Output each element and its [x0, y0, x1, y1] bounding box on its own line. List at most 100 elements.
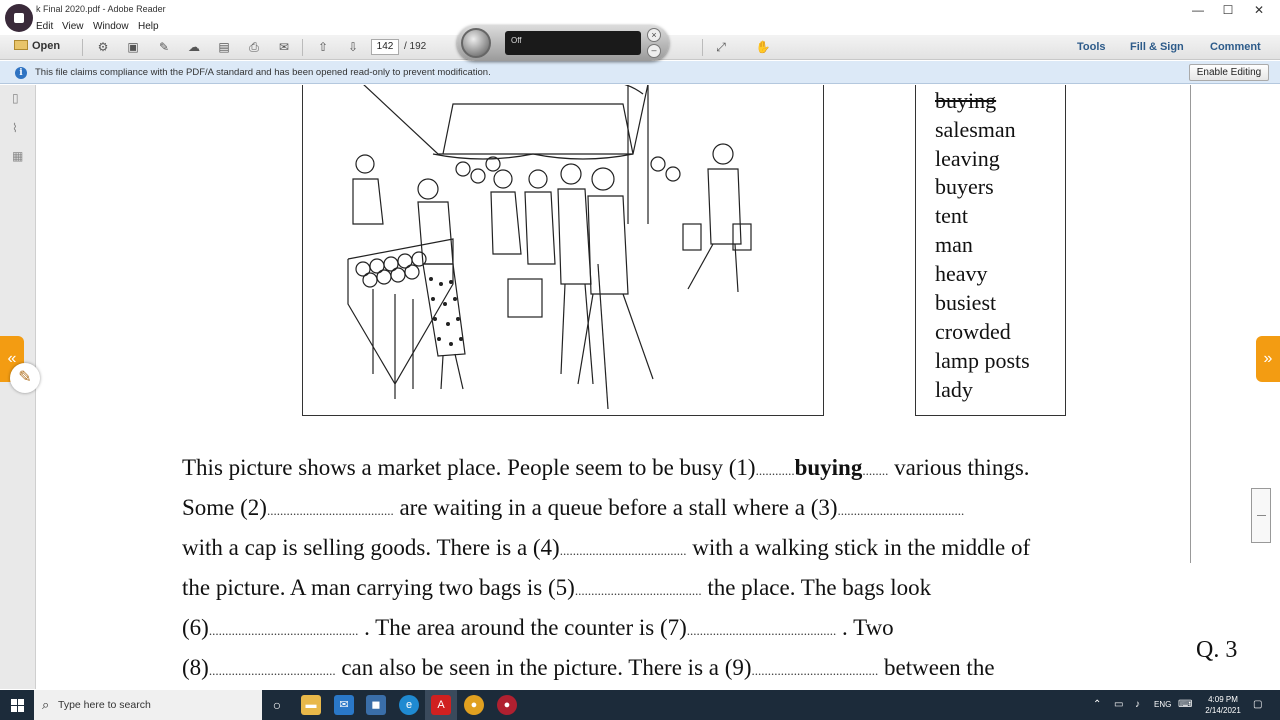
paragraph-text: This picture shows a market place. Peopl…	[182, 455, 756, 480]
blank-dots: .......................................	[559, 543, 687, 558]
word-item: salesman	[935, 117, 1016, 142]
answer-1: buying	[794, 455, 863, 480]
word-item: buyers	[935, 174, 994, 199]
microphone-icon[interactable]: ♪	[1135, 699, 1140, 710]
market-illustration	[302, 85, 824, 416]
taskbar-search-input[interactable]: ⌕ Type here to search	[34, 690, 262, 720]
market-scene-drawing	[347, 85, 752, 410]
fill-sign-link[interactable]: Fill & Sign	[1130, 41, 1184, 53]
paragraph-text: can also be seen in the picture. There i…	[335, 655, 752, 680]
open-button[interactable]: Open	[14, 40, 60, 52]
signatures-icon[interactable]: ▦	[12, 149, 25, 163]
clock-date: 2/14/2021	[1205, 706, 1241, 715]
edge-icon[interactable]: e	[399, 695, 419, 715]
language-indicator[interactable]: ENG	[1154, 700, 1171, 709]
next-page-icon[interactable]: ⇩	[345, 40, 361, 54]
adobe-reader-icon[interactable]: A	[431, 695, 451, 715]
info-bar: i This file claims compliance with the P…	[0, 61, 1280, 84]
blank-dots: ........................................…	[686, 623, 837, 638]
network-icon[interactable]: ▭	[1114, 699, 1123, 710]
paragraph-text: are waiting in a queue before a stall wh…	[393, 495, 838, 520]
keyboard-icon[interactable]: ⌨	[1178, 699, 1192, 710]
file-explorer-icon[interactable]: ▬	[301, 695, 321, 715]
recorder-close-icon[interactable]: ×	[647, 28, 661, 42]
maximize-button[interactable]: ☐	[1214, 2, 1242, 18]
email-icon[interactable]: ✉	[276, 40, 292, 54]
clock[interactable]: 4:09 PM 2/14/2021	[1200, 694, 1246, 716]
info-message: This file claims compliance with the PDF…	[35, 67, 491, 78]
title-bar: k Final 2020.pdf - Adobe Reader — ☐ ✕	[0, 0, 1280, 32]
page-edge	[1190, 85, 1191, 563]
enable-editing-button[interactable]: Enable Editing	[1189, 64, 1269, 81]
paragraph-line-6: (8).....................................…	[182, 655, 1160, 681]
blank-dots: .......................................	[751, 663, 879, 678]
edit-icon[interactable]: ✎	[156, 40, 172, 54]
page-number-input[interactable]: 142	[371, 39, 399, 55]
separator	[82, 39, 83, 56]
blank-dots: ........................................…	[208, 623, 359, 638]
recorder-status: Off	[505, 31, 641, 55]
blank-dots: .......................................	[208, 663, 336, 678]
taskbar: ⌕ Type here to search ○ ▬ ✉ ◼ e A ● ● ⌃ …	[0, 690, 1280, 720]
close-button[interactable]: ✕	[1245, 2, 1273, 18]
word-item: busiest	[935, 290, 997, 315]
expand-right-icon[interactable]: »	[1256, 336, 1280, 382]
menu-view[interactable]: View	[62, 21, 84, 32]
clock-time: 4:09 PM	[1208, 695, 1238, 704]
separator	[302, 39, 303, 56]
paragraph-text: . Two	[836, 615, 894, 640]
notifications-icon[interactable]: ▢	[1253, 699, 1262, 710]
create-pdf-icon[interactable]: ▣	[125, 40, 141, 54]
recorder-minimize-icon[interactable]: –	[647, 44, 661, 58]
hand-tool-icon[interactable]: ✋	[755, 40, 771, 54]
document-view[interactable]: buying salesman leaving buyers tent man …	[37, 85, 1280, 689]
paragraph-text: with a cap is selling goods. There is a …	[182, 535, 560, 560]
minimize-button[interactable]: —	[1184, 2, 1212, 18]
paragraph-line-3: with a cap is selling goods. There is a …	[182, 535, 1160, 561]
windows-start-icon[interactable]	[0, 690, 34, 720]
menu-window[interactable]: Window	[93, 21, 129, 32]
blank-dots: .......................................	[266, 503, 394, 518]
menu-help[interactable]: Help	[138, 21, 159, 32]
word-item: tent	[935, 203, 968, 228]
record-knob-icon[interactable]	[461, 28, 491, 58]
word-item: crowded	[935, 319, 1011, 344]
screen-recorder-icon[interactable]	[5, 4, 33, 32]
paragraph-text: (6)	[182, 615, 209, 640]
chrome-icon[interactable]: ●	[464, 695, 484, 715]
question-label: Q. 3	[1196, 637, 1238, 663]
open-label: Open	[32, 40, 61, 52]
paragraph-line-1: This picture shows a market place. Peopl…	[182, 455, 1160, 481]
attachments-icon[interactable]: ⌇	[12, 121, 25, 135]
paragraph-text: the picture. A man carrying two bags is …	[182, 575, 575, 600]
menu-edit[interactable]: Edit	[36, 21, 53, 32]
print-icon[interactable]: ⎙	[246, 40, 262, 54]
upload-icon[interactable]: ☁	[186, 40, 202, 54]
paragraph-line-5: (6).....................................…	[182, 615, 1160, 641]
scrollbar-thumb[interactable]	[1251, 488, 1271, 543]
paragraph-text: (8)	[182, 655, 209, 680]
comment-link[interactable]: Comment	[1210, 41, 1261, 53]
folder-icon	[14, 40, 28, 50]
recorder-app-icon[interactable]: ●	[497, 695, 517, 715]
settings-icon[interactable]: ⚙	[95, 40, 111, 54]
search-placeholder: Type here to search	[58, 699, 151, 711]
save-icon[interactable]: ▤	[216, 40, 232, 54]
blank-dots: .......................................	[837, 503, 965, 518]
info-icon: i	[15, 67, 27, 79]
tray-chevron-icon[interactable]: ⌃	[1093, 699, 1101, 710]
paragraph-text: Some (2)	[182, 495, 267, 520]
paragraph-line-4: the picture. A man carrying two bags is …	[182, 575, 1160, 601]
tools-link[interactable]: Tools	[1077, 41, 1106, 53]
page-thumbnails-icon[interactable]: ▯	[12, 91, 25, 105]
word-item: heavy	[935, 261, 988, 286]
paragraph-text: the place. The bags look	[701, 575, 932, 600]
store-icon[interactable]: ◼	[366, 695, 386, 715]
fit-page-icon[interactable]: ⤢	[713, 40, 729, 54]
mail-icon[interactable]: ✉	[334, 695, 354, 715]
cortana-icon[interactable]: ○	[267, 695, 287, 715]
window-title: k Final 2020.pdf - Adobe Reader	[36, 4, 166, 14]
pen-tool-icon[interactable]: ✎	[10, 363, 40, 393]
previous-page-icon[interactable]: ⇧	[315, 40, 331, 54]
blank-dots: .......................................	[574, 583, 702, 598]
